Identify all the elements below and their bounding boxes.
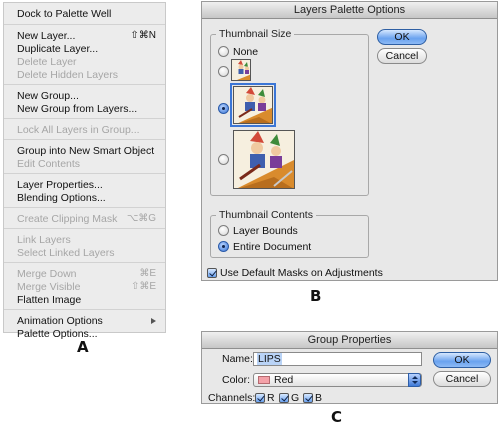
menu-separator: [4, 228, 165, 229]
menu-item-delete-layer[interactable]: Delete Layer: [4, 55, 165, 69]
channel-g-label: G: [291, 392, 300, 404]
menu-item-label: Merge Visible: [17, 281, 81, 293]
color-select-value: Red: [274, 374, 294, 386]
menu-item-animation-options[interactable]: Animation Options: [4, 314, 165, 328]
thumbnail-medium-preview[interactable]: [230, 83, 276, 127]
menu-item-label: Group into New Smart Object: [17, 145, 155, 157]
thumbnail-contents-title: Thumbnail Contents: [216, 209, 316, 221]
color-swatch: [258, 376, 270, 384]
channel-r-checkbox[interactable]: [255, 393, 265, 403]
layers-palette-menu: Dock to Palette Well New Layer... ⇧⌘N Dup…: [3, 2, 166, 340]
menu-item-label: Select Linked Layers: [17, 247, 115, 259]
menu-item-lock-all-layers[interactable]: Lock All Layers in Group...: [4, 123, 165, 137]
menu-item-blending-options[interactable]: Blending Options...: [4, 191, 165, 205]
menu-separator: [4, 262, 165, 263]
shortcut-label: ⌘E: [139, 268, 156, 279]
menu-item-layer-properties[interactable]: Layer Properties...: [4, 178, 165, 192]
menu-item-duplicate-layer[interactable]: Duplicate Layer...: [4, 42, 165, 56]
entire-document-label: Entire Document: [233, 241, 312, 253]
menu-item-flatten-image[interactable]: Flatten Image: [4, 293, 165, 307]
channel-b-checkbox[interactable]: [303, 393, 313, 403]
menu-item-select-linked-layers[interactable]: Select Linked Layers: [4, 246, 165, 260]
figure-label-a: A: [77, 338, 89, 356]
shortcut-label: ⇧⌘N: [130, 30, 156, 41]
ok-button[interactable]: OK: [377, 29, 427, 45]
select-arrows-icon: [408, 373, 421, 387]
ok-button[interactable]: OK: [433, 352, 491, 368]
menu-item-label: Link Layers: [17, 234, 71, 246]
figure-label-c: C: [331, 408, 343, 426]
thumbnail-size-title: Thumbnail Size: [216, 28, 295, 40]
use-default-masks-label: Use Default Masks on Adjustments: [220, 267, 383, 279]
name-value: LIPS: [257, 353, 282, 365]
cancel-button[interactable]: Cancel: [377, 48, 427, 64]
menu-separator: [4, 84, 165, 85]
cancel-button[interactable]: Cancel: [433, 371, 491, 387]
menu-item-label: New Layer...: [17, 30, 76, 42]
menu-item-label: Animation Options: [17, 315, 103, 327]
name-input[interactable]: LIPS: [253, 352, 422, 366]
figure-label-b: B: [310, 287, 322, 305]
layers-palette-options-dialog: Layers Palette Options Thumbnail Size No…: [201, 1, 498, 281]
dialog-title: Group Properties: [202, 332, 497, 349]
menu-separator: [4, 118, 165, 119]
menu-item-new-group[interactable]: New Group...: [4, 89, 165, 103]
use-default-masks-checkbox[interactable]: [207, 268, 217, 278]
thumbnail-large-preview[interactable]: [233, 130, 295, 189]
color-label: Color:: [222, 374, 251, 386]
shortcut-label: ⌥⌘G: [126, 213, 156, 224]
menu-item-label: Edit Contents: [17, 158, 81, 170]
menu-item-label: Merge Down: [17, 268, 77, 280]
group-properties-dialog: Group Properties Name: LIPS Color: Red C…: [201, 331, 498, 404]
radio-thumbnail-none[interactable]: [218, 46, 229, 57]
name-label: Name:: [222, 353, 253, 365]
menu-item-label: Blending Options...: [17, 192, 106, 204]
menu-item-merge-down[interactable]: Merge Down ⌘E: [4, 267, 165, 281]
menu-item-label: Flatten Image: [17, 294, 82, 306]
gnome-image-icon: [234, 87, 272, 123]
menu-item-create-clipping-mask[interactable]: Create Clipping Mask ⌥⌘G: [4, 212, 165, 226]
menu-item-label: Delete Layer: [17, 56, 77, 68]
channel-b-label: B: [315, 392, 323, 404]
menu-item-label: Dock to Palette Well: [17, 8, 112, 20]
channel-r-label: R: [267, 392, 275, 404]
menu-separator: [4, 139, 165, 140]
radio-thumbnail-small[interactable]: [218, 66, 229, 77]
menu-item-label: Layer Properties...: [17, 179, 103, 191]
channels-label: Channels:: [208, 392, 256, 404]
thumbnail-none-label: None: [233, 46, 259, 58]
menu-item-label: Create Clipping Mask: [17, 213, 118, 225]
channel-g-checkbox[interactable]: [279, 393, 289, 403]
radio-thumbnail-large[interactable]: [218, 154, 229, 165]
menu-item-merge-visible[interactable]: Merge Visible ⇧⌘E: [4, 280, 165, 294]
menu-item-palette-options[interactable]: Palette Options...: [4, 327, 165, 340]
gnome-image-icon: [232, 60, 250, 80]
menu-item-new-group-from-layers[interactable]: New Group from Layers...: [4, 102, 165, 116]
radio-thumbnail-medium[interactable]: [218, 103, 229, 114]
menu-item-label: Duplicate Layer...: [17, 43, 99, 55]
menu-item-label: Delete Hidden Layers: [17, 69, 118, 81]
shortcut-label: ⇧⌘E: [130, 281, 156, 292]
radio-layer-bounds[interactable]: [218, 225, 229, 236]
menu-separator: [4, 24, 165, 25]
menu-item-dock-to-palette-well[interactable]: Dock to Palette Well: [4, 7, 165, 21]
layer-bounds-label: Layer Bounds: [233, 225, 298, 237]
menu-item-label: New Group...: [17, 90, 79, 102]
menu-item-new-layer[interactable]: New Layer... ⇧⌘N: [4, 29, 165, 43]
gnome-image-icon: [234, 131, 294, 188]
submenu-arrow-icon: [151, 318, 156, 324]
dialog-title: Layers Palette Options: [202, 2, 497, 19]
menu-separator: [4, 309, 165, 310]
thumbnail-small-preview[interactable]: [231, 59, 251, 81]
menu-item-link-layers[interactable]: Link Layers: [4, 233, 165, 247]
radio-entire-document[interactable]: [218, 241, 229, 252]
menu-separator: [4, 207, 165, 208]
color-select[interactable]: Red: [253, 373, 422, 387]
menu-separator: [4, 173, 165, 174]
menu-item-label: New Group from Layers...: [17, 103, 138, 115]
menu-item-group-into-smart-object[interactable]: Group into New Smart Object: [4, 144, 165, 158]
menu-item-edit-contents[interactable]: Edit Contents: [4, 157, 165, 171]
menu-item-delete-hidden-layers[interactable]: Delete Hidden Layers: [4, 68, 165, 82]
menu-item-label: Lock All Layers in Group...: [17, 124, 140, 136]
